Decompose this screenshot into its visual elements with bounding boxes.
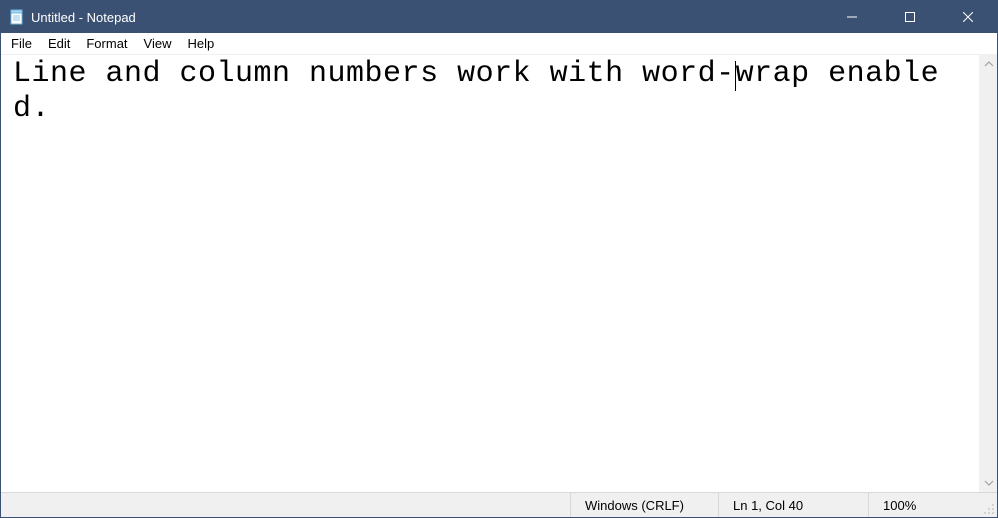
window-title: Untitled - Notepad [31, 10, 823, 25]
status-spacer [1, 493, 571, 517]
menubar: File Edit Format View Help [1, 33, 997, 55]
status-cursor-position: Ln 1, Col 40 [719, 493, 869, 517]
menu-file[interactable]: File [3, 34, 40, 53]
titlebar[interactable]: Untitled - Notepad [1, 1, 997, 33]
resize-grip[interactable] [979, 493, 997, 517]
close-button[interactable] [939, 1, 997, 33]
menu-edit[interactable]: Edit [40, 34, 78, 53]
status-line-ending: Windows (CRLF) [571, 493, 719, 517]
text-area[interactable]: Line and column numbers work with word-w… [1, 55, 979, 492]
status-zoom: 100% [869, 493, 979, 517]
menu-format[interactable]: Format [78, 34, 135, 53]
scroll-down-icon[interactable] [980, 474, 998, 492]
notepad-window: Untitled - Notepad File Edit Format View… [1, 1, 997, 517]
text-before-caret: Line and column numbers work with word- [13, 57, 735, 91]
statusbar: Windows (CRLF) Ln 1, Col 40 100% [1, 492, 997, 517]
window-controls [823, 1, 997, 33]
scroll-up-icon[interactable] [980, 55, 998, 73]
text-caret [735, 61, 736, 91]
minimize-button[interactable] [823, 1, 881, 33]
editor-container: Line and column numbers work with word-w… [1, 55, 997, 492]
maximize-button[interactable] [881, 1, 939, 33]
menu-view[interactable]: View [136, 34, 180, 53]
vertical-scrollbar[interactable] [979, 55, 997, 492]
menu-help[interactable]: Help [179, 34, 222, 53]
notepad-icon [9, 9, 25, 25]
